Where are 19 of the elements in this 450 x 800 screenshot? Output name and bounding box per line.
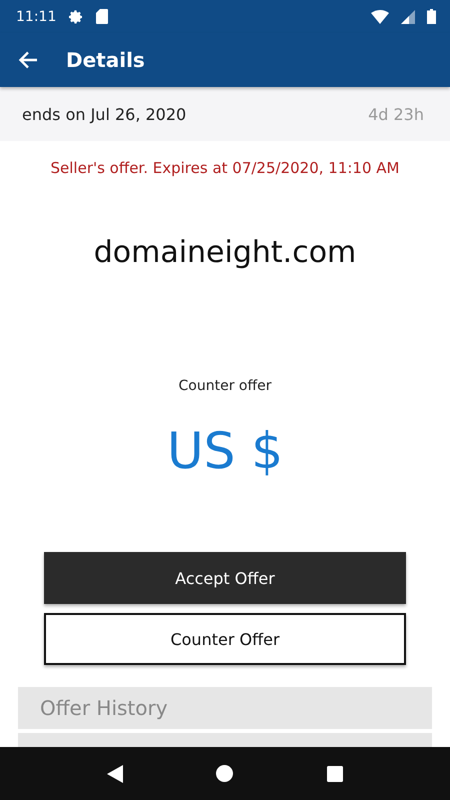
home-icon[interactable] [216, 765, 234, 782]
recents-icon[interactable] [327, 766, 344, 782]
wifi-icon [371, 10, 389, 24]
status-time: 11:11 [16, 8, 56, 24]
back-icon[interactable] [106, 764, 123, 782]
accept-button[interactable]: Accept Offer [44, 552, 406, 604]
screen-title: Details [66, 48, 145, 72]
battery-icon [427, 9, 436, 24]
counter-button[interactable]: Counter Offer [44, 613, 406, 665]
counter-offer-amount: US $ [166, 422, 284, 480]
sd-card-icon [96, 9, 108, 24]
end-date: ends on Jul 26, 2020 [22, 104, 186, 124]
time-remaining: 4d 23h [368, 104, 424, 124]
counter-offer-label: Counter offer [178, 378, 272, 394]
signal-icon [401, 10, 415, 24]
settings-icon [68, 8, 84, 24]
back-arrow-icon[interactable] [18, 51, 38, 69]
domain-name: domaineight.com [92, 235, 358, 270]
offer-notice: Seller's offer. Expires at 07/25/2020, 11:10 AM [50, 159, 400, 177]
